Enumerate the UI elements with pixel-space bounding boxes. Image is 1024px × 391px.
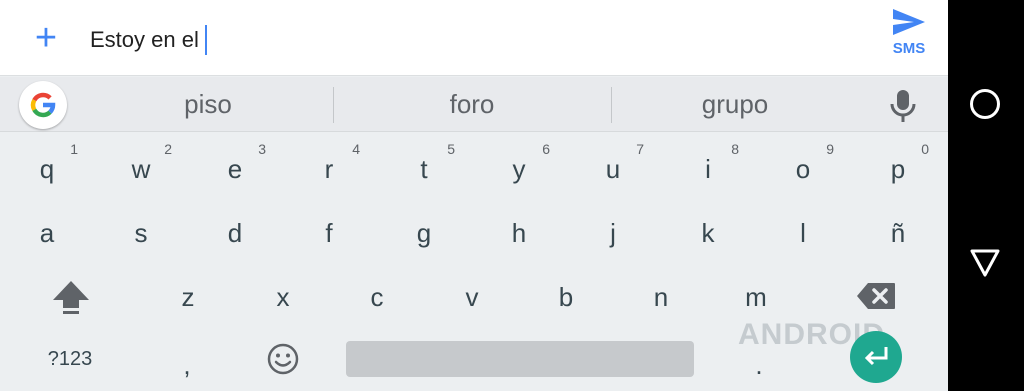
suggestion-divider — [333, 87, 334, 123]
comma-key[interactable]: , — [140, 334, 234, 391]
key-k[interactable]: k — [661, 202, 755, 264]
key-z[interactable]: z — [141, 266, 235, 328]
key-e[interactable]: e3 — [188, 138, 282, 200]
send-label: SMS — [892, 40, 926, 57]
key-hint: 0 — [921, 141, 929, 157]
spacebar[interactable] — [346, 341, 694, 377]
send-button[interactable]: SMS — [884, 8, 934, 70]
key-u[interactable]: u7 — [566, 138, 660, 200]
key-label: p — [890, 154, 906, 184]
text-cursor — [204, 25, 207, 55]
key-c[interactable]: c — [330, 266, 424, 328]
suggestion-divider — [611, 87, 612, 123]
key-i[interactable]: i8 — [661, 138, 755, 200]
key-hint: 4 — [352, 141, 360, 157]
key-a[interactable]: a — [0, 202, 94, 264]
key-l[interactable]: l — [756, 202, 850, 264]
suggestion-word[interactable]: foro — [340, 77, 604, 132]
plus-icon[interactable]: + — [26, 18, 66, 58]
key-label: w — [131, 154, 151, 184]
symbols-key[interactable]: ?123 — [20, 328, 120, 390]
key-y[interactable]: y6 — [472, 138, 566, 200]
key-label: e — [227, 154, 243, 184]
emoji-icon — [267, 343, 299, 375]
microphone-icon[interactable] — [888, 89, 918, 123]
home-circle-icon[interactable] — [970, 89, 1000, 119]
backspace-icon — [857, 283, 895, 309]
key-hint: 1 — [70, 141, 78, 157]
key-d[interactable]: d — [188, 202, 282, 264]
key-p[interactable]: p0 — [851, 138, 945, 200]
key-label: t — [420, 154, 428, 184]
key-n[interactable]: n — [614, 266, 708, 328]
key-hint: 3 — [258, 141, 266, 157]
key-x[interactable]: x — [236, 266, 330, 328]
google-button[interactable] — [19, 81, 67, 129]
key-hint: 6 — [542, 141, 550, 157]
google-g-icon — [30, 92, 56, 118]
key-hint: 9 — [826, 141, 834, 157]
key-h[interactable]: h — [472, 202, 566, 264]
key-n-tilde[interactable]: ñ — [851, 202, 945, 264]
key-b[interactable]: b — [519, 266, 613, 328]
enter-button[interactable] — [850, 331, 902, 383]
key-hint: 2 — [164, 141, 172, 157]
send-icon — [893, 9, 925, 35]
key-hint: 8 — [731, 141, 739, 157]
emoji-key[interactable] — [236, 328, 330, 390]
key-label: q — [39, 154, 55, 184]
enter-icon — [864, 347, 888, 366]
key-q[interactable]: q1 — [0, 138, 94, 200]
key-hint: 5 — [447, 141, 455, 157]
back-triangle-icon[interactable] — [970, 249, 1000, 277]
key-hint: 7 — [636, 141, 644, 157]
key-s[interactable]: s — [94, 202, 188, 264]
key-t[interactable]: t5 — [377, 138, 471, 200]
message-input[interactable]: Estoy en el — [90, 25, 207, 55]
key-label: o — [795, 154, 811, 184]
key-label: y — [512, 154, 526, 184]
message-text: Estoy en el — [90, 27, 199, 52]
compose-bar: + Estoy en el SMS — [0, 0, 948, 76]
navigation-bar — [948, 0, 1024, 391]
key-o[interactable]: o9 — [756, 138, 850, 200]
suggestion-strip: piso foro grupo — [0, 77, 948, 132]
suggestion-word[interactable]: piso — [90, 77, 326, 132]
key-label: r — [324, 154, 334, 184]
screen: + Estoy en el SMS piso foro grupo q 1 w … — [0, 0, 948, 391]
key-r[interactable]: r4 — [282, 138, 376, 200]
key-f[interactable]: f — [282, 202, 376, 264]
suggestion-word[interactable]: grupo — [618, 77, 852, 132]
key-label: i — [705, 154, 711, 184]
key-label: u — [605, 154, 621, 184]
key-v[interactable]: v — [425, 266, 519, 328]
shift-arrow-icon — [53, 281, 89, 314]
key-j[interactable]: j — [566, 202, 660, 264]
key-w[interactable]: w2 — [94, 138, 188, 200]
shift-key[interactable] — [24, 265, 118, 327]
key-g[interactable]: g — [377, 202, 471, 264]
